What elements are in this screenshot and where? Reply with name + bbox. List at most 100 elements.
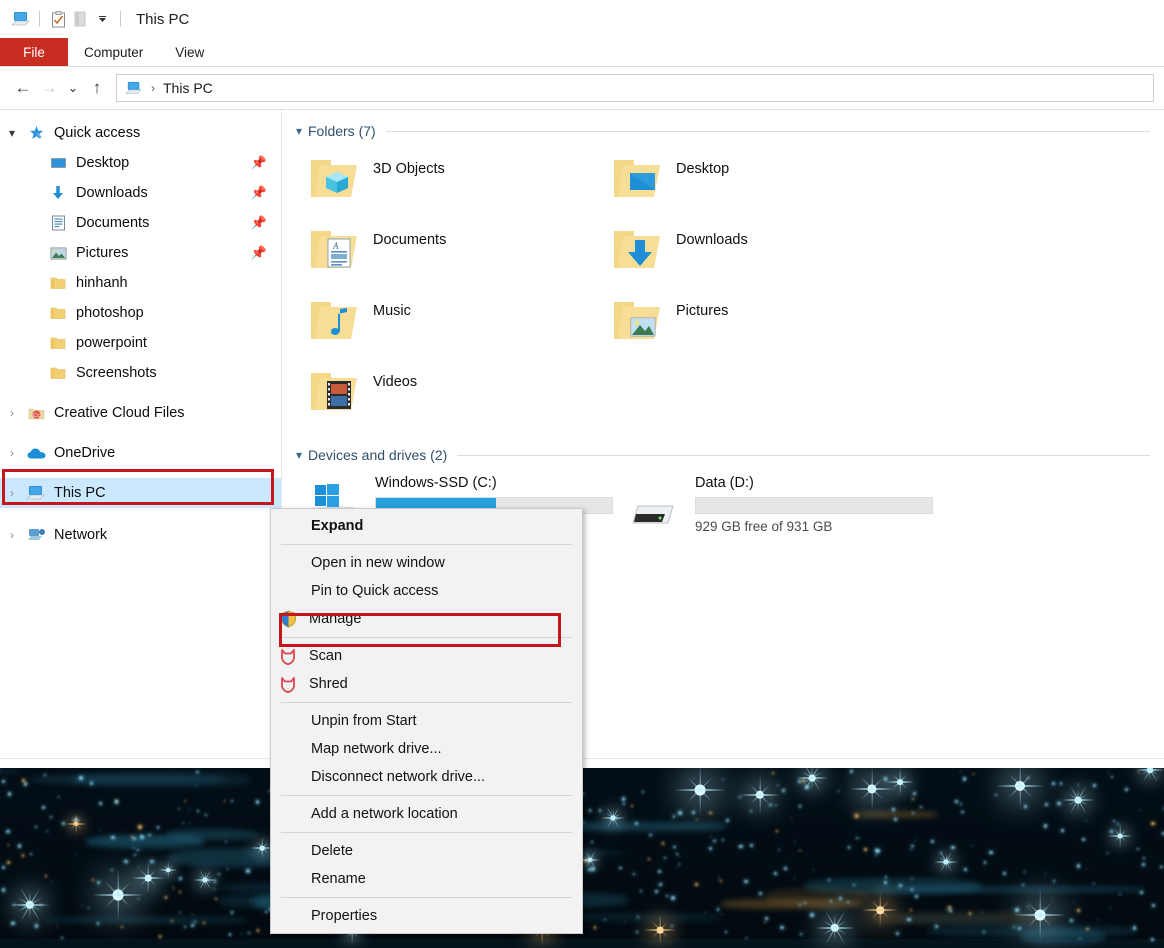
properties-icon[interactable] (47, 9, 69, 29)
address-bar: ← → ⌄ ↑ › This PC (0, 67, 1164, 109)
folder-icon (46, 363, 70, 383)
folder-icon (46, 333, 70, 353)
sidebar-item-desktop[interactable]: Desktop 📌 (0, 148, 281, 178)
group-divider (457, 455, 1150, 456)
sidebar-item-photoshop[interactable]: photoshop (0, 298, 281, 328)
menu-separator (281, 544, 572, 545)
chevron-right-icon[interactable]: › (0, 486, 24, 500)
this-pc-icon (24, 483, 48, 503)
sidebar-item-powerpoint[interactable]: powerpoint (0, 328, 281, 358)
sidebar-item-label: powerpoint (76, 335, 147, 351)
tab-file[interactable]: File (0, 38, 68, 66)
chevron-down-icon[interactable]: ▾ (290, 124, 308, 138)
sidebar-item-label: hinhanh (76, 275, 128, 291)
onedrive-icon (24, 443, 48, 463)
menu-item-unpin-from-start[interactable]: Unpin from Start (271, 707, 582, 735)
tab-computer[interactable]: Computer (68, 38, 159, 66)
list-item[interactable]: Downloads (585, 219, 888, 290)
list-item[interactable]: Music (282, 290, 585, 361)
back-button[interactable]: ← (10, 75, 36, 101)
menu-item-expand[interactable]: Expand (271, 512, 582, 540)
sidebar-item-downloads[interactable]: Downloads 📌 (0, 178, 281, 208)
group-header-folders[interactable]: ▾ Folders (7) (290, 120, 1164, 142)
sidebar-item-label: Pictures (76, 245, 128, 261)
sidebar-item-label: This PC (54, 485, 106, 501)
sidebar-item-label: OneDrive (54, 445, 115, 461)
antivirus-shield-icon (271, 676, 305, 693)
chevron-right-icon[interactable]: › (0, 446, 24, 460)
antivirus-shield-icon (271, 648, 305, 665)
svg-text:Cc: Cc (33, 413, 40, 419)
menu-separator (281, 795, 572, 796)
navigation-pane: ▾ Quick access Desktop (0, 110, 281, 758)
chevron-down-icon[interactable] (91, 9, 113, 29)
sidebar-item-network[interactable]: › Network (0, 520, 281, 550)
list-item-label: Downloads (676, 232, 748, 248)
star-pin-icon (24, 123, 48, 143)
recent-locations-button[interactable]: ⌄ (62, 75, 84, 101)
breadcrumb-item-this-pc[interactable]: This PC (163, 80, 213, 96)
chevron-right-icon[interactable]: › (0, 406, 24, 420)
menu-item-pin-to-quick-access[interactable]: Pin to Quick access (271, 577, 582, 605)
drive-free-text: 929 GB free of 931 GB (695, 519, 933, 534)
list-item-label: Videos (373, 374, 417, 390)
folder-downloads-icon (610, 223, 666, 279)
pin-icon[interactable]: 📌 (251, 185, 267, 201)
menu-item-shred[interactable]: Shred (271, 670, 582, 698)
menu-item-delete[interactable]: Delete (271, 837, 582, 865)
sidebar-item-creative-cloud-files[interactable]: › Cc Creative Cloud Files (0, 398, 281, 428)
sidebar-item-quick-access[interactable]: ▾ Quick access (0, 118, 281, 148)
menu-item-map-network-drive[interactable]: Map network drive... (271, 735, 582, 763)
menu-item-disconnect-network-drive[interactable]: Disconnect network drive... (271, 763, 582, 791)
list-item[interactable]: Pictures (585, 290, 888, 361)
pictures-icon (46, 243, 70, 263)
sidebar-item-pictures[interactable]: Pictures 📌 (0, 238, 281, 268)
drive-item-d[interactable]: Data (D:) 929 GB free of 931 GB (602, 472, 922, 544)
sidebar-item-label: Screenshots (76, 365, 157, 381)
list-item[interactable]: Desktop (585, 148, 888, 219)
list-item[interactable]: 3D Objects (282, 148, 585, 219)
folder-music-icon (307, 294, 363, 350)
sidebar-item-onedrive[interactable]: › OneDrive (0, 438, 281, 468)
title-separator (120, 11, 121, 27)
this-pc-icon[interactable] (10, 9, 32, 29)
list-item-label: 3D Objects (373, 161, 445, 177)
sidebar-item-hinhanh[interactable]: hinhanh (0, 268, 281, 298)
breadcrumb[interactable]: › This PC (116, 74, 1154, 102)
sidebar-item-label: Network (54, 527, 107, 543)
menu-item-add-a-network-location[interactable]: Add a network location (271, 800, 582, 828)
drive-name: Data (D:) (695, 475, 933, 491)
forward-button[interactable]: → (36, 75, 62, 101)
group-header-devices[interactable]: ▾ Devices and drives (2) (290, 444, 1164, 466)
menu-item-manage[interactable]: Manage (271, 605, 582, 633)
list-item[interactable]: Videos (282, 361, 585, 432)
menu-item-open-in-new-window[interactable]: Open in new window (271, 549, 582, 577)
chevron-down-icon[interactable]: ▾ (290, 448, 308, 462)
folder-desktop-icon (610, 152, 666, 208)
tab-view[interactable]: View (159, 38, 220, 66)
up-button[interactable]: ↑ (84, 75, 110, 101)
window-title: This PC (136, 11, 189, 28)
pin-icon[interactable]: 📌 (251, 245, 267, 261)
chevron-right-icon[interactable]: › (0, 528, 24, 542)
creative-cloud-icon: Cc (24, 403, 48, 423)
pin-icon[interactable]: 📌 (251, 215, 267, 231)
toolbar-separator (39, 11, 40, 27)
sidebar-item-label: photoshop (76, 305, 144, 321)
chevron-down-icon[interactable]: ▾ (0, 126, 24, 140)
pin-icon[interactable]: 📌 (251, 155, 267, 171)
this-pc-icon (125, 81, 143, 96)
list-item[interactable]: A Documents (282, 219, 585, 290)
sidebar-item-label: Quick access (54, 125, 140, 141)
sidebar-item-screenshots[interactable]: Screenshots (0, 358, 281, 388)
menu-item-rename[interactable]: Rename (271, 865, 582, 893)
menu-item-properties[interactable]: Properties (271, 902, 582, 930)
menu-item-scan[interactable]: Scan (271, 642, 582, 670)
folder-icon (46, 273, 70, 293)
new-folder-icon[interactable] (69, 9, 91, 29)
folder-3d-objects-icon (307, 152, 363, 208)
sidebar-item-label: Documents (76, 215, 149, 231)
svg-text:A: A (332, 241, 339, 251)
sidebar-item-this-pc[interactable]: › This PC (0, 478, 281, 508)
sidebar-item-documents[interactable]: Documents 📌 (0, 208, 281, 238)
